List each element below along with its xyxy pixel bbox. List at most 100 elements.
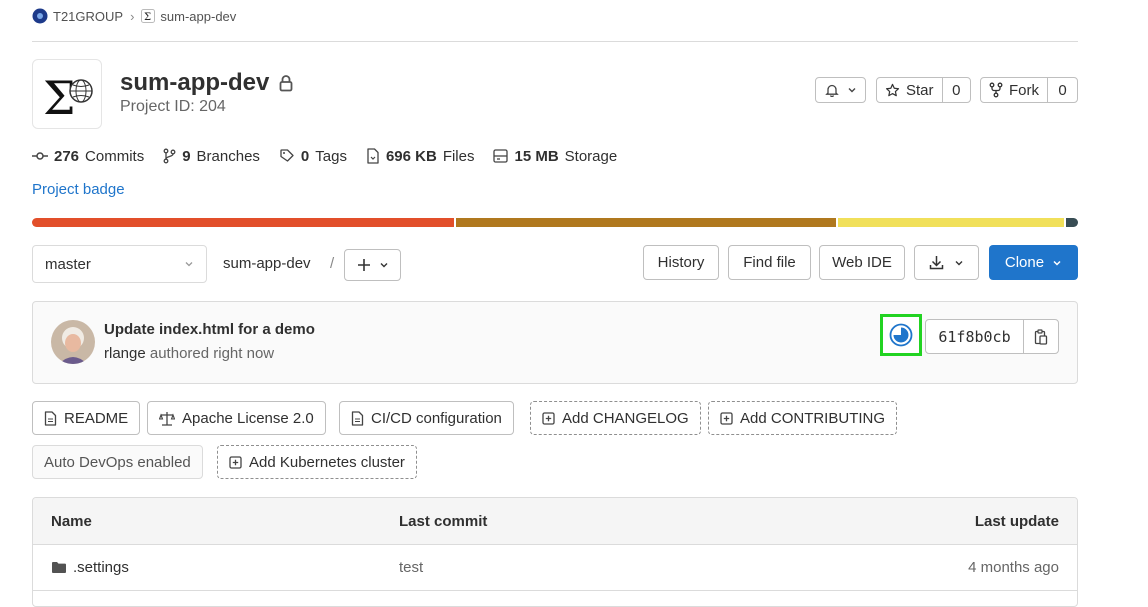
svg-text:Σ: Σ xyxy=(144,12,151,23)
commit-icon xyxy=(32,151,48,161)
project-badge-link[interactable]: Project badge xyxy=(32,181,125,198)
branches-count: 9 xyxy=(182,147,191,165)
svg-text:Σ: Σ xyxy=(43,71,76,125)
group-avatar-icon xyxy=(32,8,48,24)
pipeline-status-button[interactable] xyxy=(880,314,922,356)
table-header: Name Last commit Last update xyxy=(33,498,1077,545)
language-segment[interactable] xyxy=(455,218,837,227)
cicd-label: CI/CD configuration xyxy=(371,409,502,427)
readme-button[interactable]: README xyxy=(32,401,141,435)
fork-count[interactable]: 0 xyxy=(1047,78,1077,102)
commit-title-link[interactable]: Update index.html for a demo xyxy=(104,321,315,338)
changelog-label: Add CHANGELOG xyxy=(562,409,689,427)
star-button[interactable]: Star xyxy=(877,78,942,102)
scale-icon xyxy=(159,411,175,426)
language-segment[interactable] xyxy=(838,218,1065,227)
stat-files[interactable]: 696 KB Files xyxy=(366,147,474,165)
breadcrumb-group[interactable]: T21GROUP xyxy=(32,8,123,24)
repo-path-link[interactable]: sum-app-dev xyxy=(223,255,311,272)
chevron-down-icon xyxy=(847,85,857,95)
language-segment[interactable] xyxy=(1066,218,1078,227)
language-bar xyxy=(32,218,1078,227)
web-ide-button[interactable]: Web IDE xyxy=(819,245,905,280)
clone-button[interactable]: Clone xyxy=(989,245,1078,280)
bell-icon xyxy=(824,83,839,97)
cicd-config-button[interactable]: CI/CD configuration xyxy=(339,401,514,435)
breadcrumb-group-label: T21GROUP xyxy=(53,8,124,24)
project-stats: 276 Commits 9 Branches 0 Tags 696 KB Fil… xyxy=(32,146,636,166)
add-kubernetes-button[interactable]: Add Kubernetes cluster xyxy=(217,445,417,479)
chevron-down-icon xyxy=(379,260,389,270)
add-changelog-button[interactable]: Add CHANGELOG xyxy=(530,401,701,435)
document-icon xyxy=(44,410,57,426)
branch-selector[interactable]: master xyxy=(32,245,207,283)
file-icon xyxy=(366,148,380,164)
copy-sha-button[interactable] xyxy=(1023,320,1058,353)
file-name: .settings xyxy=(73,559,129,576)
file-name-cell[interactable]: .settings xyxy=(51,545,129,590)
star-count[interactable]: 0 xyxy=(941,78,970,102)
download-dropdown[interactable] xyxy=(914,245,979,280)
plus-square-icon xyxy=(720,411,733,425)
project-title-text: sum-app-dev xyxy=(120,69,270,96)
file-last-commit[interactable]: test xyxy=(399,545,423,590)
fork-label: Fork xyxy=(1009,81,1039,99)
tags-count: 0 xyxy=(300,147,310,165)
plus-square-icon xyxy=(229,455,242,469)
add-contributing-button[interactable]: Add CONTRIBUTING xyxy=(708,401,898,435)
storage-icon xyxy=(493,149,509,163)
file-last-update: 4 months ago xyxy=(968,559,1059,576)
commit-meta: rlange authored right now xyxy=(104,345,274,362)
column-name: Name xyxy=(51,512,92,530)
star-icon xyxy=(885,83,900,98)
breadcrumb: T21GROUP › Σ sum-app-dev xyxy=(32,6,236,26)
star-label: Star xyxy=(906,81,934,99)
column-last-update: Last update xyxy=(974,512,1059,530)
breadcrumb-project[interactable]: Σ sum-app-dev xyxy=(141,9,236,24)
table-row[interactable]: .settings test 4 months ago xyxy=(33,545,1077,591)
pipeline-running-icon xyxy=(889,323,913,347)
download-icon xyxy=(929,255,944,270)
tags-label: Tags xyxy=(315,147,347,165)
breadcrumb-separator: › xyxy=(130,8,135,24)
files-size: 696 KB xyxy=(385,147,437,165)
storage-size: 15 MB xyxy=(514,147,559,165)
stat-branches[interactable]: 9 Branches xyxy=(163,148,260,165)
star-button-group: Star 0 xyxy=(876,77,971,103)
license-button[interactable]: Apache License 2.0 xyxy=(147,401,326,435)
find-file-button[interactable]: Find file xyxy=(728,245,811,280)
header-divider xyxy=(32,41,1078,42)
history-button[interactable]: History xyxy=(643,245,719,280)
auto-devops-button[interactable]: Auto DevOps enabled xyxy=(32,445,203,479)
license-label: Apache License 2.0 xyxy=(182,409,314,427)
branch-icon xyxy=(163,148,176,164)
fork-button-group: Fork 0 xyxy=(980,77,1078,103)
project-id: Project ID: 204 xyxy=(120,98,226,115)
branch-selector-label: master xyxy=(45,255,91,273)
chevron-down-icon xyxy=(954,258,964,268)
stat-tags[interactable]: 0 Tags xyxy=(279,148,347,165)
chevron-down-icon xyxy=(1052,258,1062,268)
path-separator: / xyxy=(330,255,335,272)
kubernetes-label: Add Kubernetes cluster xyxy=(249,453,405,471)
clipboard-icon xyxy=(1034,328,1048,345)
stat-storage[interactable]: 15 MB Storage xyxy=(493,148,617,165)
column-last-commit: Last commit xyxy=(399,512,488,530)
language-segment[interactable] xyxy=(32,218,454,227)
author-avatar[interactable] xyxy=(51,320,95,364)
commit-author-link[interactable]: rlange xyxy=(104,345,146,362)
plus-icon xyxy=(357,258,371,272)
branches-label: Branches xyxy=(196,147,260,165)
commit-sha-link[interactable]: 61f8b0cb xyxy=(926,320,1023,353)
notification-button[interactable] xyxy=(815,77,866,103)
stat-commits[interactable]: 276 Commits xyxy=(32,148,144,165)
fork-icon xyxy=(989,82,1003,98)
commits-label: Commits xyxy=(85,147,145,165)
plus-square-icon xyxy=(542,411,555,425)
add-to-tree-dropdown[interactable] xyxy=(344,249,401,281)
commits-count: 276 xyxy=(54,147,80,165)
project-avatar: Σ xyxy=(32,59,102,129)
fork-button[interactable]: Fork xyxy=(981,78,1047,102)
commit-sha-group: 61f8b0cb xyxy=(925,319,1059,354)
document-icon xyxy=(351,410,364,426)
